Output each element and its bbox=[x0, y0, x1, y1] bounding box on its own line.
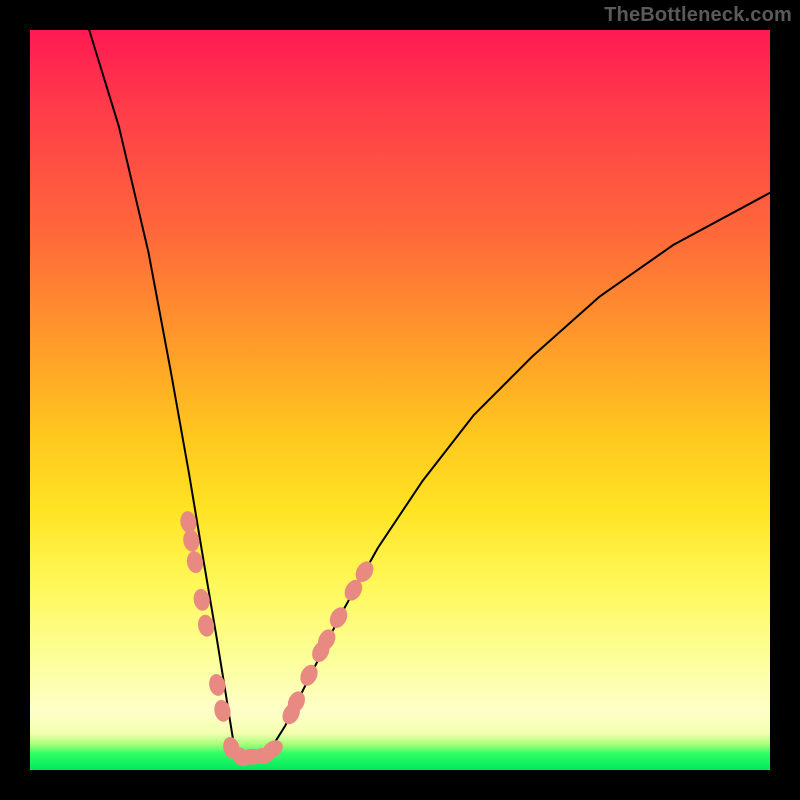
watermark-text: TheBottleneck.com bbox=[604, 4, 792, 27]
chart-frame: TheBottleneck.com bbox=[0, 0, 800, 800]
curve-group bbox=[89, 30, 770, 757]
data-marker bbox=[326, 604, 350, 631]
markers-group bbox=[179, 510, 377, 770]
data-marker bbox=[207, 673, 227, 698]
plot-area bbox=[30, 30, 770, 770]
data-marker bbox=[297, 662, 321, 689]
bottleneck-curve bbox=[89, 30, 770, 757]
bottleneck-curve-svg bbox=[30, 30, 770, 770]
